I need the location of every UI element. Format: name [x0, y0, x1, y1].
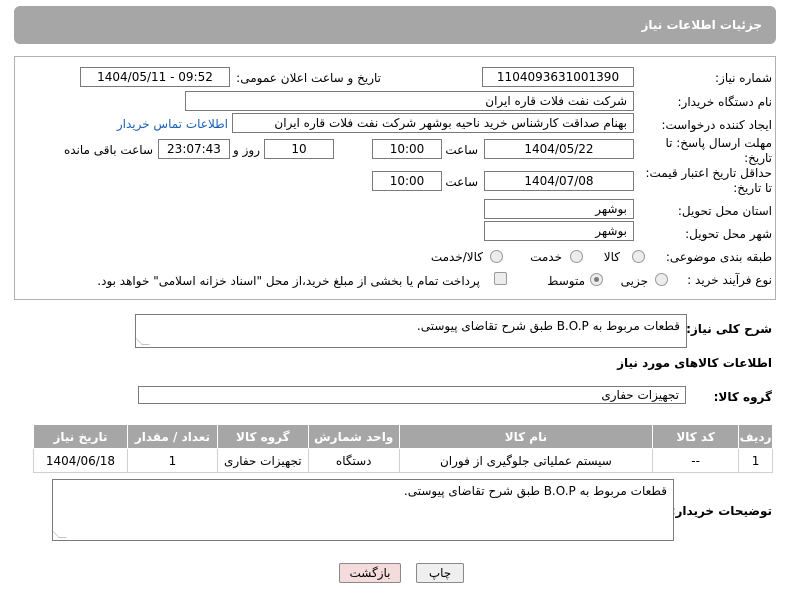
category-label: طبقه بندی موضوعی:	[665, 250, 772, 264]
remaining-time-label: ساعت باقی مانده	[63, 143, 153, 157]
process-label: نوع فرآیند خرید :	[687, 273, 772, 287]
cell-need-date: 1404/06/18	[33, 448, 128, 473]
reply-deadline-label: مهلت ارسال پاسخ: تا تاریخ:	[665, 136, 772, 165]
creator-field: بهنام صداقت کارشناس خرید ناحیه بوشهر شرک…	[232, 113, 634, 133]
summary-label: شرح کلی نیاز:	[686, 322, 772, 336]
buyer-contact-link[interactable]: اطلاعات تماس خریدار	[117, 117, 228, 131]
days-field: 10	[264, 139, 334, 159]
category-option-goods: کالا	[603, 250, 620, 264]
need-number-field: 1104093631001390	[482, 67, 634, 87]
price-date-field: 1404/07/08	[484, 171, 634, 191]
resize-grip-icon[interactable]	[51, 530, 67, 538]
goods-group-label: گروه کالا:	[713, 390, 772, 404]
province-field: بوشهر	[484, 199, 634, 219]
col-group: گروه کالا	[216, 424, 309, 449]
buyer-notes-textarea[interactable]: قطعات مربوط به B.O.P طبق شرح تقاضای پیوس…	[51, 479, 674, 541]
col-need-date: تاریخ نیاز	[33, 424, 128, 449]
col-code: کد کالا	[652, 424, 740, 449]
summary-text: قطعات مربوط به B.O.P طبق شرح تقاضای پیوس…	[416, 319, 680, 333]
buyer-notes-text: قطعات مربوط به B.O.P طبق شرح تقاضای پیوس…	[403, 484, 667, 498]
back-button[interactable]: بازگشت	[339, 563, 401, 583]
cell-code: --	[652, 448, 740, 473]
cell-name: سیستم عملیاتی جلوگیری از فوران	[398, 448, 654, 473]
category-radio-goods-service[interactable]	[490, 250, 503, 263]
buyer-org-label: نام دستگاه خریدار:	[677, 95, 773, 109]
category-radio-service[interactable]	[570, 250, 583, 263]
category-option-goods-service: کالا/خدمت	[430, 250, 483, 264]
treasury-payment-note: پرداخت تمام یا بخشی از مبلغ خرید،از محل …	[97, 274, 480, 288]
page-title: جزئیات اطلاعات نیاز	[641, 18, 762, 32]
city-label: شهر محل تحویل:	[685, 227, 772, 241]
category-radio-goods[interactable]	[632, 250, 645, 263]
reply-date-field: 1404/05/22	[484, 139, 634, 159]
price-deadline-label: حداقل تاریخ اعتبار قیمت: تا تاریخ:	[645, 166, 772, 195]
cell-group: تجهیزات حفاری	[216, 448, 309, 473]
table-row: 1 -- سیستم عملیاتی جلوگیری از فوران دستگ…	[33, 448, 773, 473]
announce-date-label: تاریخ و ساعت اعلان عمومی:	[236, 71, 381, 85]
province-label: استان محل تحویل:	[677, 204, 772, 218]
col-name: نام کالا	[398, 424, 654, 449]
treasury-checkbox[interactable]	[494, 272, 507, 285]
col-unit: واحد شمارش	[307, 424, 400, 449]
cell-quantity: 1	[127, 448, 218, 473]
cell-unit: دستگاه	[307, 448, 400, 473]
price-time-label: ساعت	[445, 175, 478, 189]
buyer-notes-label: توضیحات خریدار:	[670, 504, 772, 518]
process-option-medium: متوسط	[547, 274, 585, 288]
remaining-time-field: 23:07:43	[158, 139, 230, 159]
print-button[interactable]: چاپ	[416, 563, 464, 583]
process-radio-minor[interactable]	[655, 273, 668, 286]
city-field: بوشهر	[484, 221, 634, 241]
resize-grip-icon[interactable]	[134, 337, 150, 345]
reply-time-field: 10:00	[372, 139, 442, 159]
buyer-org-field: شرکت نفت فلات قاره ایران	[185, 91, 634, 111]
goods-info-title: اطلاعات کالاهای مورد نیاز	[617, 356, 772, 370]
need-number-label: شماره نیاز:	[715, 71, 772, 85]
process-option-minor: جزیی	[620, 274, 648, 288]
creator-label: ایجاد کننده درخواست:	[661, 118, 772, 132]
goods-group-field: تجهیزات حفاری	[138, 386, 686, 404]
process-radio-medium[interactable]	[590, 273, 603, 286]
price-time-field: 10:00	[372, 171, 442, 191]
summary-textarea[interactable]: قطعات مربوط به B.O.P طبق شرح تقاضای پیوس…	[134, 314, 687, 348]
announce-date-field: 1404/05/11 - 09:52	[80, 67, 230, 87]
category-option-service: خدمت	[530, 250, 562, 264]
goods-table: ردیف کد کالا نام کالا واحد شمارش گروه کا…	[33, 424, 773, 473]
cell-row: 1	[738, 448, 773, 473]
days-label: روز و	[233, 143, 260, 157]
col-quantity: تعداد / مقدار	[127, 424, 218, 449]
col-row: ردیف	[738, 424, 773, 449]
reply-time-label: ساعت	[445, 143, 478, 157]
goods-table-header: ردیف کد کالا نام کالا واحد شمارش گروه کا…	[33, 424, 773, 449]
header-bar: جزئیات اطلاعات نیاز	[14, 6, 776, 44]
